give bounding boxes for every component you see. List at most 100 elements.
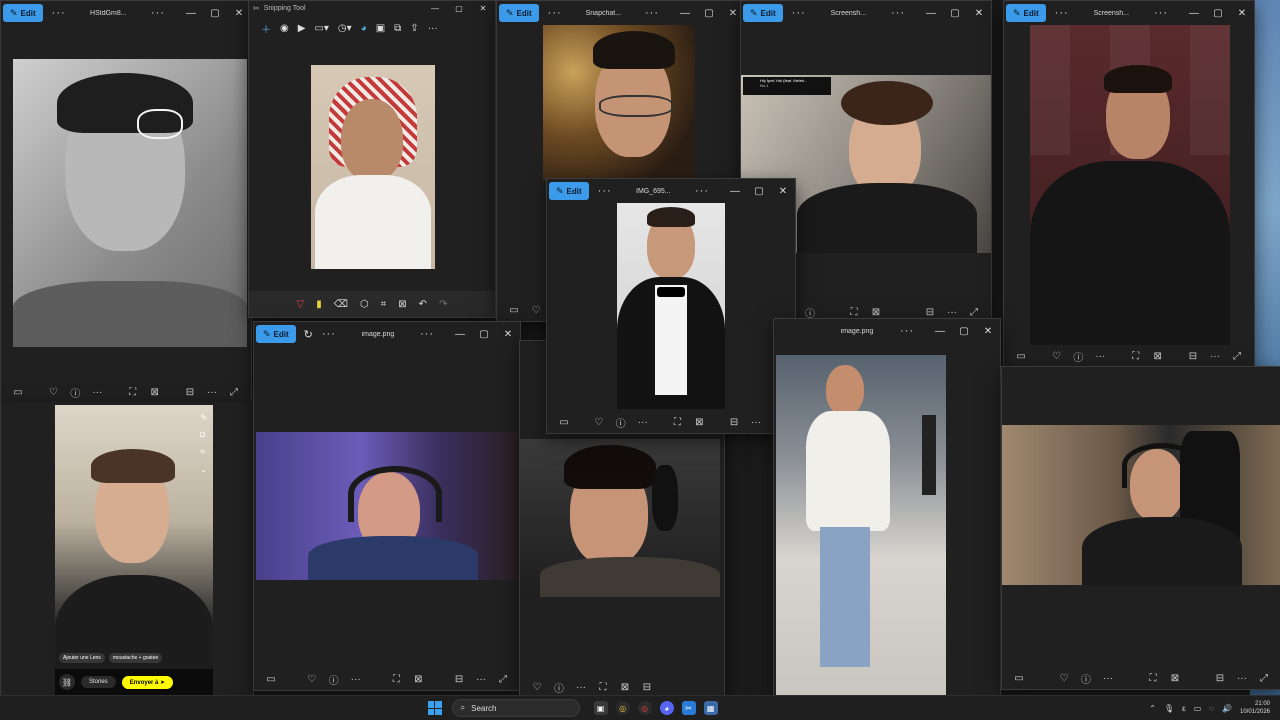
ai-icon[interactable]: ⊠ [407,674,429,685]
video-icon[interactable]: ▶ [298,23,306,34]
maximize-icon[interactable]: ▢ [1206,8,1230,19]
send-to-button[interactable]: Envoyer à ➤ [121,675,174,689]
maximize-icon[interactable]: ▢ [952,326,976,337]
more-icon[interactable]: ··· [1154,7,1168,19]
compare-icon[interactable]: ⊟ [179,387,201,398]
ai-icon[interactable]: ⊠ [688,417,710,428]
compare-icon[interactable]: ⊟ [1182,351,1204,362]
fit-icon[interactable]: ⛶ [1142,673,1164,684]
expand-icon[interactable]: ⤢ [1253,673,1275,684]
close-icon[interactable]: ✕ [771,186,795,197]
photos-window-img695[interactable]: ✎ Edit ··· IMG_695... ··· — ▢ ✕ ▭ ♡ ⓘ ··· ⛶… [546,178,796,434]
more-icon[interactable]: ··· [745,417,767,428]
title-bar[interactable]: ✎ Edit ··· HStdGm8... ··· — ▢ ✕ [1,1,251,25]
info-icon[interactable]: ⓘ [1067,349,1089,364]
highlighter-icon[interactable]: ▮ [316,299,322,310]
more-icon[interactable]: ··· [470,674,492,685]
close-icon[interactable]: ✕ [976,326,1000,337]
ai-icon[interactable]: ⊠ [614,682,636,693]
slideshow-icon[interactable]: ▭ [503,305,525,316]
shapes-icon[interactable]: ⬡ [360,299,369,310]
share-icon[interactable]: ⇪ [410,23,418,34]
edge-icon[interactable]: ◕ [361,23,367,34]
compare-icon[interactable]: ⊟ [919,307,941,318]
more-icon[interactable]: ··· [1097,673,1119,684]
minimize-icon[interactable]: — [1182,8,1206,19]
fit-icon[interactable]: ⛶ [122,387,144,398]
close-icon[interactable]: ✕ [1230,8,1254,19]
info-icon[interactable]: ⓘ [64,385,86,400]
network-icon[interactable]: ◌ [1209,704,1214,713]
camera-icon[interactable]: ◉ [280,23,289,34]
photos-window-image-jacket[interactable]: image.png ··· — ▢ ✕ [773,318,1001,700]
more-icon[interactable]: ··· [570,682,592,693]
expand-icon[interactable]: ⤢ [492,674,514,685]
compare-icon[interactable]: ⊟ [448,674,470,685]
crop-icon[interactable]: ⌗ [381,299,387,310]
edit-button[interactable]: ✎ Edit [3,4,43,22]
close-icon[interactable]: ✕ [496,329,520,340]
maximize-icon[interactable]: ▢ [447,4,471,13]
edit-button[interactable]: ✎ Edit [256,325,296,343]
compare-icon[interactable]: ⊟ [1209,673,1231,684]
edit-button[interactable]: ✎ Edit [1006,4,1046,22]
fit-icon[interactable]: ⛶ [843,307,865,318]
chevron-up-icon[interactable]: ⌃ [1149,704,1156,713]
more-options-icon[interactable]: ··· [598,185,612,197]
rotate-icon[interactable]: ↻ [304,328,313,341]
info-icon[interactable]: ⓘ [548,680,570,695]
windows-start-icon[interactable] [427,701,442,715]
new-snip-icon[interactable]: ＋ [261,21,271,36]
more-icon[interactable]: ··· [1231,673,1253,684]
chrome-alt-icon[interactable]: ◎ [637,701,652,715]
slideshow-icon[interactable]: ▭ [1010,351,1032,362]
more-icon[interactable]: ··· [345,674,367,685]
microphone-icon[interactable]: 🎙 [1164,704,1174,713]
more-icon[interactable]: ··· [632,417,654,428]
minimize-icon[interactable]: — [919,8,943,19]
more-options-icon[interactable]: ··· [548,7,562,19]
more-options-icon[interactable]: ··· [52,7,66,19]
title-bar[interactable]: ✎ Edit ··· Screensh... ··· — ▢ ✕ [741,1,991,25]
expand-icon[interactable]: ⤢ [1226,351,1248,362]
photos-window-1[interactable]: ✎ Edit ··· HStdGm8... ··· — ▢ ✕ ▭ ♡ ⓘ ··· ⛶… [0,0,252,404]
favorite-icon[interactable]: ♡ [1053,673,1075,684]
info-icon[interactable]: ⓘ [1075,671,1097,686]
snipping-tool-icon[interactable]: ✂ [681,701,696,715]
crop-icon[interactable]: ⌗ [200,447,207,457]
expand-icon[interactable]: ⤢ [223,387,245,398]
photos-window-screenshot-2[interactable]: ✎ Edit ··· Screensh... ··· — ▢ ✕ ▭ ♡ ⓘ ··· … [1003,0,1255,368]
undo-icon[interactable]: ↶ [419,299,427,310]
more-icon[interactable]: ··· [1089,351,1111,362]
slideshow-icon[interactable]: ▭ [260,674,282,685]
info-icon[interactable]: ⓘ [323,672,345,687]
photos-window-headset-desk[interactable]: ▭ ♡ ⓘ ··· ⛶ ⊠ ⊟ ··· ⤢ [1001,366,1280,690]
slideshow-icon[interactable]: ▭ [553,417,575,428]
maximize-icon[interactable]: ▢ [697,8,721,19]
photos-window-snap-lens[interactable]: ✎ ◘ ⌗ ⌄ Ajouter une Lens moustache + goa… [0,402,254,699]
ai-icon[interactable]: ⊠ [144,387,166,398]
favorite-icon[interactable]: ♡ [588,417,610,428]
title-bar[interactable]: ✎ Edit ··· IMG_695... ··· — ▢ ✕ [547,179,795,203]
fit-icon[interactable]: ⛶ [1125,351,1147,362]
task-view-icon[interactable]: ▣ [593,701,608,715]
more-icon[interactable]: ··· [900,325,914,337]
fit-icon[interactable]: ⛶ [666,417,688,428]
language-icon[interactable]: ε [1182,704,1186,713]
photos-window-image-headset[interactable]: ✎ Edit ↻ ··· image.png ··· — ▢ ✕ ▭ ♡ ⓘ ··· … [253,321,521,691]
more-options-icon[interactable]: ··· [1055,7,1069,19]
ai-icon[interactable]: ⊠ [1147,351,1169,362]
eraser-icon[interactable]: ⌫ [334,299,348,310]
more-options-icon[interactable]: ··· [322,328,336,340]
minimize-icon[interactable]: — [423,4,447,13]
edit-button[interactable]: ✎ Edit [549,182,589,200]
sticker-icon[interactable]: ◘ [200,430,207,439]
timer-icon[interactable]: ◷▾ [338,23,352,34]
compare-icon[interactable]: ⊟ [636,682,658,693]
stories-button[interactable]: Stories [81,676,116,688]
more-icon[interactable]: ··· [1204,351,1226,362]
edit-button[interactable]: ✎ Edit [499,4,539,22]
clock[interactable]: 21:00 10/01/2026 [1240,700,1270,716]
volume-icon[interactable]: 🔊 [1222,704,1232,713]
chrome-icon[interactable]: ◎ [615,701,630,715]
